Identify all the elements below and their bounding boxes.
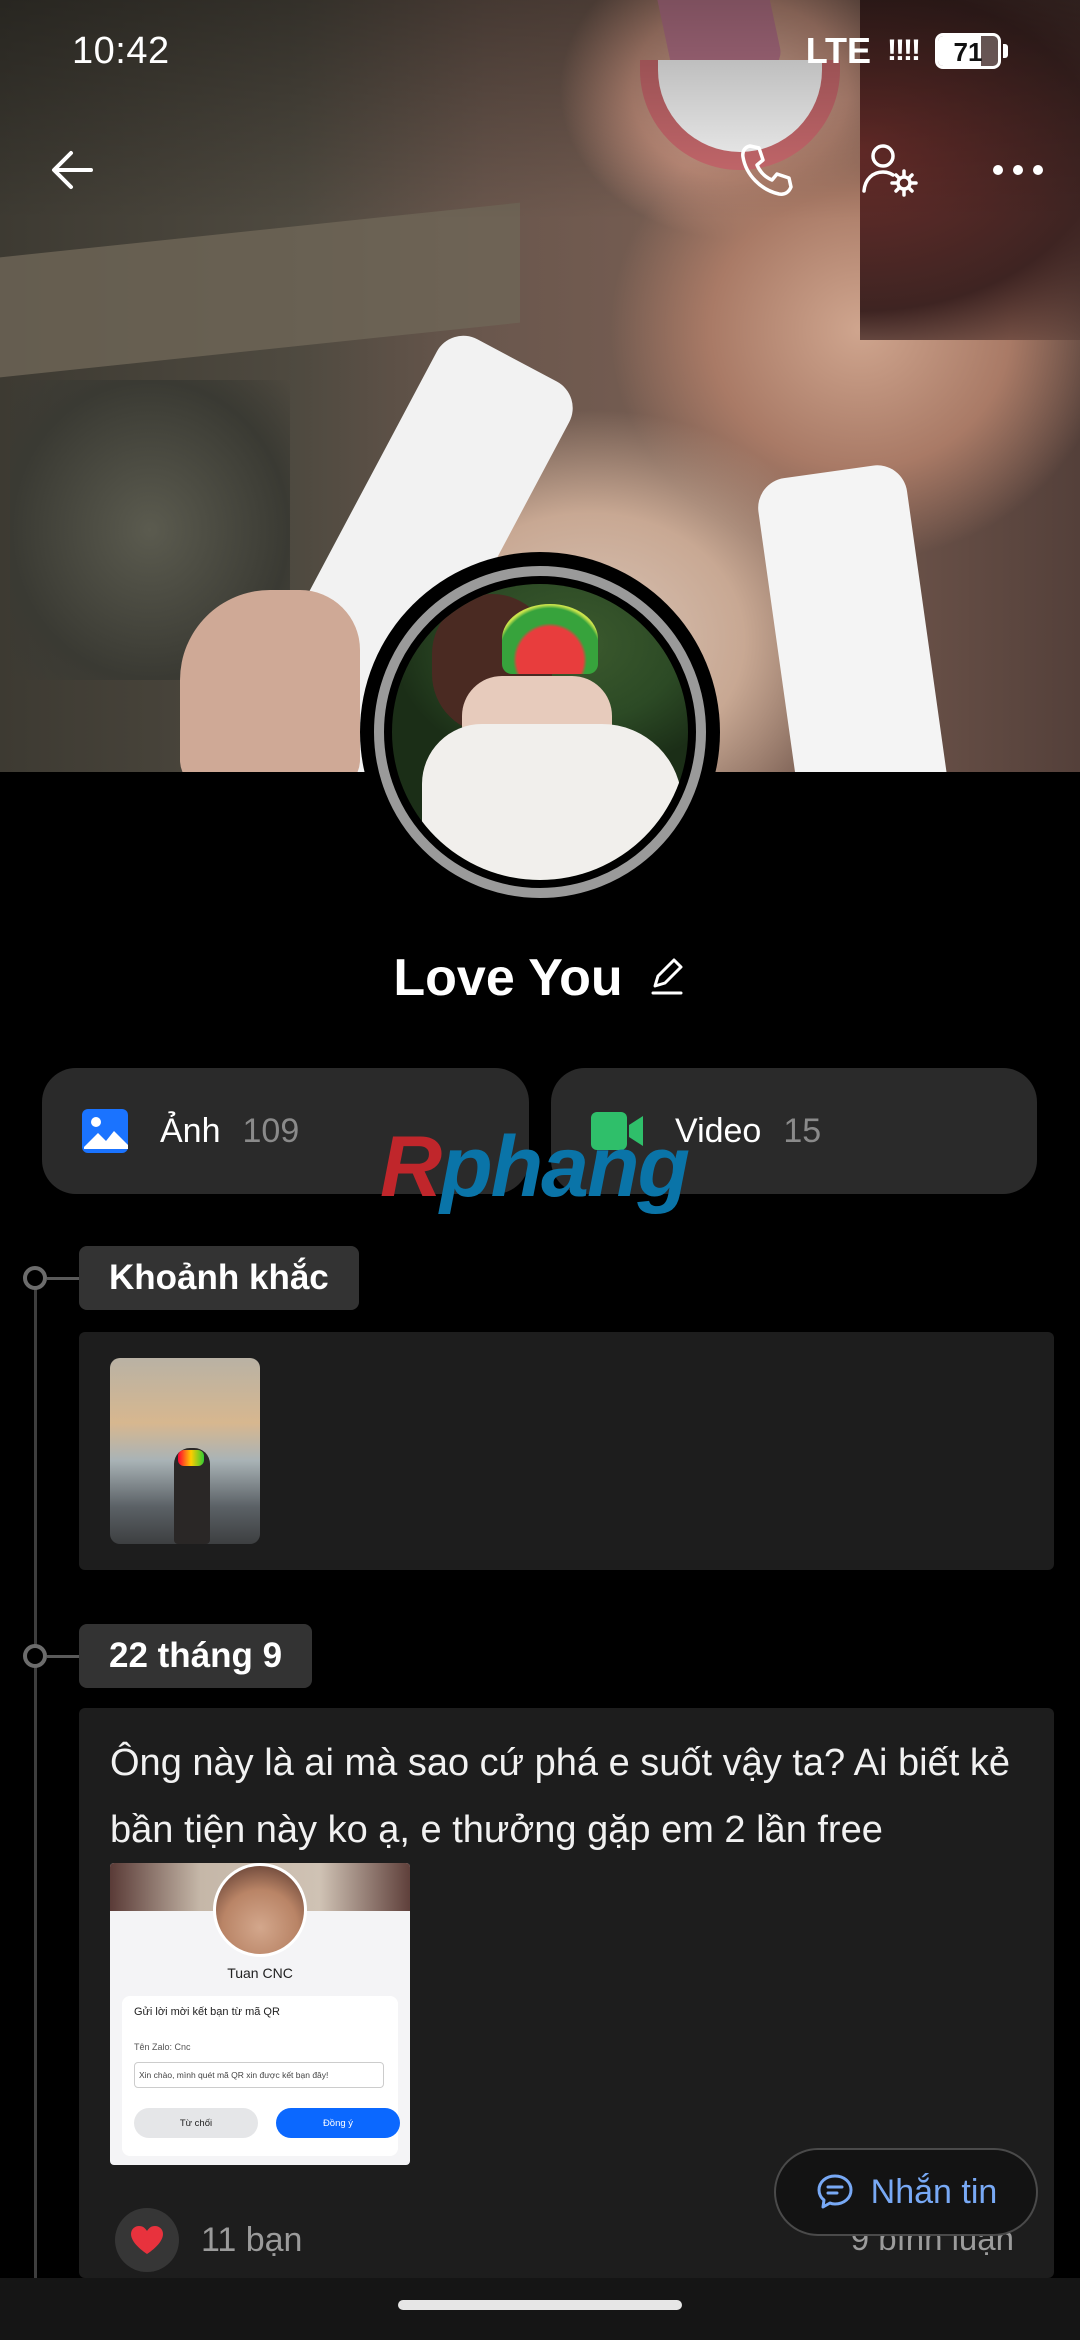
- timeline-connector: [47, 1277, 79, 1280]
- photos-label: Ảnh: [160, 1111, 221, 1150]
- screenshot-zalo-name: Tên Zalo: Cnc: [134, 2042, 191, 2052]
- date-tag: 22 tháng 9: [79, 1624, 313, 1688]
- back-button[interactable]: [34, 132, 110, 208]
- screenshot-message: Xin chào, mình quét mã QR xin được kết b…: [134, 2062, 384, 2088]
- battery-icon: 71: [935, 33, 1008, 69]
- cover-hand-shape: [180, 590, 360, 772]
- cover-strap-shape: [754, 461, 956, 772]
- phone-icon: [741, 144, 793, 196]
- pencil-icon: [651, 958, 683, 994]
- screenshot-title: Gửi lời mời kết bạn từ mã QR: [134, 2006, 280, 2018]
- emoji-sticker-icon: [178, 1450, 204, 1466]
- chat-bubble-icon: [817, 2174, 853, 2209]
- timeline-dot: [23, 1266, 47, 1290]
- post-image[interactable]: Tuan CNC Gửi lời mời kết bạn từ mã QR Tê…: [110, 1863, 410, 2165]
- watermark-logo: Rphang: [380, 1119, 690, 1215]
- photo-icon: [82, 1109, 128, 1153]
- photos-count: 109: [242, 1111, 300, 1150]
- more-dots-icon: [993, 165, 1043, 175]
- moments-panel: [79, 1332, 1054, 1570]
- user-settings-icon: [862, 144, 918, 197]
- heart-icon: [131, 2226, 163, 2254]
- home-indicator[interactable]: [398, 2300, 682, 2310]
- screenshot-accept: Đồng ý: [276, 2108, 400, 2138]
- avatar-image: [392, 584, 688, 880]
- status-bar: 10:42 LTE !!!! 71: [0, 0, 1080, 100]
- avatar-ring: [374, 566, 706, 898]
- status-right: LTE !!!! 71: [806, 30, 1008, 72]
- moment-thumbnail[interactable]: [110, 1358, 260, 1544]
- back-arrow-icon: [52, 151, 93, 189]
- status-time: 10:42: [72, 30, 170, 72]
- screenshot-dialog: Gửi lời mời kết bạn từ mã QR Tên Zalo: C…: [122, 1996, 400, 2156]
- reaction-count: 11 bạn: [201, 2220, 303, 2259]
- avatar[interactable]: [360, 552, 720, 912]
- moments-tag[interactable]: Khoảnh khắc: [79, 1246, 359, 1310]
- edit-name-button[interactable]: [647, 956, 687, 1001]
- more-options-button[interactable]: [980, 132, 1056, 208]
- profile-settings-button[interactable]: [852, 132, 928, 208]
- message-button[interactable]: Nhắn tin: [774, 2148, 1038, 2236]
- timeline-connector: [47, 1655, 79, 1658]
- battery-level: 71: [953, 37, 983, 67]
- network-type: LTE: [805, 30, 872, 71]
- profile-name-row: Love You: [0, 948, 1080, 1008]
- signal-icon: !!!!: [887, 34, 921, 67]
- screenshot-avatar: [213, 1863, 307, 1957]
- call-button[interactable]: [728, 132, 804, 208]
- heart-reaction-button[interactable]: [115, 2208, 179, 2272]
- watermelon-sticker-icon: [502, 604, 598, 674]
- timeline-dot: [23, 1644, 47, 1668]
- reactions[interactable]: 11 bạn: [115, 2208, 302, 2272]
- screenshot-decline: Từ chối: [134, 2108, 258, 2138]
- timeline-line: [34, 1278, 37, 2278]
- profile-name: Love You: [393, 949, 623, 1007]
- screenshot-name: Tuan CNC: [227, 1965, 293, 1981]
- videos-count: 15: [783, 1111, 822, 1150]
- post-text: Ông này là ai mà sao cứ phá e suốt vậy t…: [110, 1742, 1010, 1851]
- message-button-label: Nhắn tin: [870, 2172, 998, 2211]
